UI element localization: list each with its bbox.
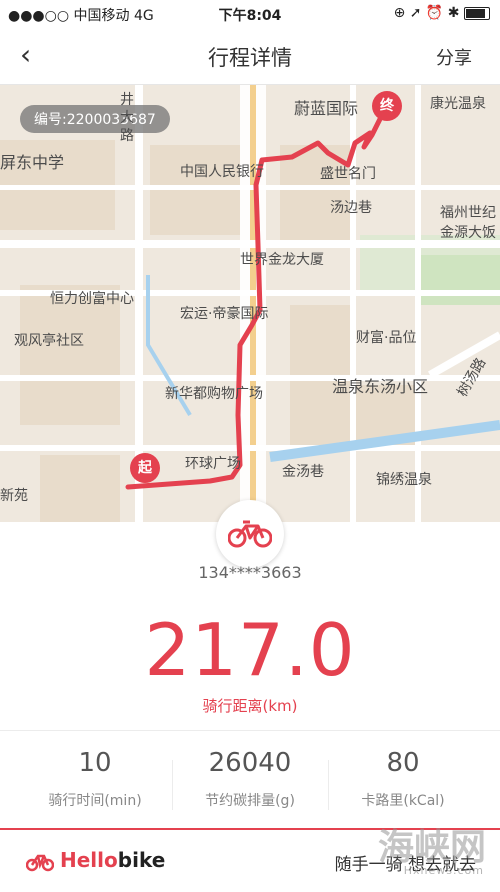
map-label: 世界金龙大厦 — [240, 252, 324, 268]
map-label: 温泉东汤小区 — [332, 377, 429, 396]
nav-bar: ‹ 行程详情 分享 — [0, 28, 500, 85]
stat-label: 节约碳排量(g) — [205, 793, 295, 809]
share-button[interactable]: 分享 — [436, 44, 472, 70]
battery-icon — [464, 6, 490, 20]
watermark-url: Hxnews.com — [403, 864, 484, 877]
stat-value: 80 — [386, 748, 420, 778]
stat-calories: 80 卡路里(kCal) — [320, 748, 486, 810]
stat-value: 26040 — [208, 748, 292, 778]
map-label: 恒力创富中心 — [50, 291, 134, 307]
map-label: 财富·品位 — [356, 330, 417, 346]
stat-value: 10 — [78, 748, 112, 778]
map-label: 井 大 路 — [120, 92, 134, 144]
map-label: 蔚蓝国际 — [294, 99, 359, 118]
map-label: 中国人民银行 — [180, 164, 264, 180]
map-label: 金汤巷 — [282, 464, 324, 480]
hellobike-logo: Hellobike — [25, 848, 165, 872]
watermark: 海峡网 — [377, 826, 486, 868]
status-indicators: ⊕ ➚ ⏰ ✱ — [394, 5, 490, 21]
end-marker: 终 — [372, 91, 402, 121]
map-label: 新华都购物广场 — [165, 386, 263, 402]
bike-icon — [216, 500, 284, 568]
logo-bike-icon — [25, 854, 55, 871]
status-bar: ●●●○○ 中国移动 4G 下午8:04 ⊕ ➚ ⏰ ✱ — [0, 0, 500, 28]
map-label: 宏运·帝豪国际 — [180, 306, 269, 322]
distance-label: 骑行距离(km) — [202, 697, 298, 715]
map-label: 观风亭社区 — [14, 333, 84, 349]
stat-label: 卡路里(kCal) — [361, 793, 445, 809]
map-label: 盛世名门 — [320, 166, 376, 182]
map-label: 康光温泉 — [430, 96, 486, 112]
stat-ride-time: 10 骑行时间(min) — [12, 748, 178, 810]
distance-value: 217.0 — [144, 608, 356, 692]
divider — [0, 730, 500, 731]
route-map[interactable]: 编号:2200033687 蔚蓝国际 康光温泉 井 大 路 屏东中学 中国人民银… — [0, 85, 500, 522]
start-marker: 起 — [130, 453, 160, 483]
map-label: 福州世纪 金源大饭 — [440, 205, 496, 241]
user-phone: 134****3663 — [198, 563, 302, 582]
map-label: 屏东中学 — [0, 153, 65, 172]
page-title: 行程详情 — [208, 46, 292, 70]
map-label: 新苑 — [0, 488, 28, 504]
order-number-badge: 编号:2200033687 — [20, 105, 170, 133]
map-label: 锦绣温泉 — [376, 472, 432, 488]
stat-label: 骑行时间(min) — [48, 793, 142, 809]
map-label: 环球广场 — [185, 456, 241, 472]
stat-carbon-saved: 26040 节约碳排量(g) — [167, 748, 333, 810]
map-label: 汤边巷 — [330, 200, 372, 216]
